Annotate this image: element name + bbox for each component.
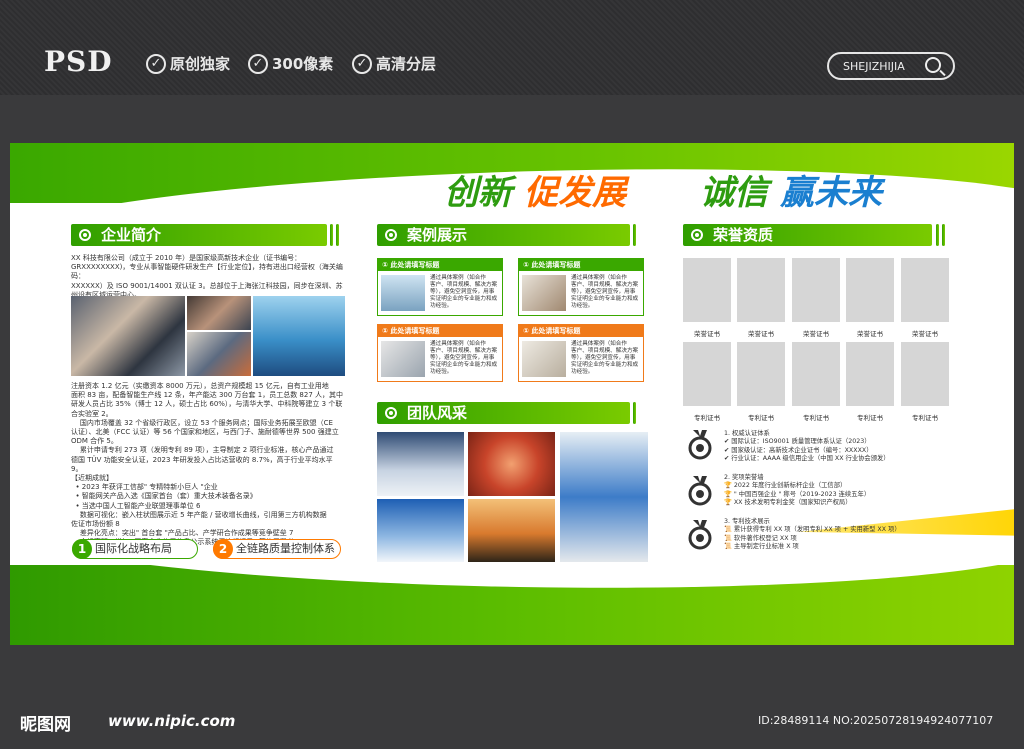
medal-icon: [688, 430, 712, 460]
case-text: 通过具体案例（如合作 客户、项目规模、解决方案 等），避免空洞宣传，用事 实证明…: [571, 275, 639, 309]
pill-number: 2: [213, 539, 233, 559]
image-id: ID:28489114 NO:20250728194924077107: [758, 714, 994, 727]
patent-cert: [683, 342, 731, 406]
section-tick: [330, 224, 333, 246]
section-tick: [633, 224, 636, 246]
cert-label: 荣誉证书: [912, 330, 938, 338]
case-card: ① 此处请填写标题通过具体案例（如合作 客户、项目规模、解决方案 等），避免空洞…: [377, 324, 503, 382]
honor-cert: [846, 258, 894, 322]
section-title: 企业简介: [101, 226, 162, 244]
check-icon: ✓: [248, 53, 268, 74]
medal-icon: [688, 520, 712, 550]
target-icon: [385, 407, 397, 419]
slogan-part4: 赢未来: [780, 173, 882, 213]
cert-label: 专利证书: [748, 414, 774, 422]
case-text: 通过具体案例（如合作 客户、项目规模、解决方案 等），避免空洞宣传，用事 实证明…: [571, 341, 639, 375]
photo-climb: [377, 499, 464, 562]
pill-quality: 2 全链路质量控制体系: [213, 539, 341, 559]
search-button[interactable]: SHEJIZHIJIA: [827, 52, 955, 80]
section-tick: [336, 224, 339, 246]
case-title: ① 此处请填写标题: [519, 259, 643, 271]
photo-summit: [468, 499, 555, 562]
photo-puzzle: [468, 432, 555, 496]
section-title: 荣誉资质: [713, 226, 774, 244]
case-title: ① 此处请填写标题: [378, 325, 502, 337]
company-intro: XX 科技有限公司（成立于 2010 年）是国家级高新技术企业（证书编号： GR…: [71, 254, 343, 299]
cert-label: 专利证书: [912, 414, 938, 422]
photo-meeting: [71, 296, 185, 376]
slogan-part3: 诚信: [700, 173, 768, 213]
section-company-header: 企业简介: [71, 224, 327, 246]
feature-original: ✓ 原创独家: [146, 53, 230, 74]
photo-team: [187, 296, 251, 330]
section-team-header: 团队风采: [377, 402, 630, 424]
section-title: 案例展示: [407, 226, 468, 244]
photo-city: [253, 296, 345, 376]
feature-label: 高清分层: [376, 55, 437, 73]
target-icon: [691, 229, 703, 241]
feature-resolution: ✓ 300像素: [248, 53, 333, 74]
check-icon: ✓: [146, 53, 166, 74]
honor-cert: [737, 258, 785, 322]
search-icon: [925, 57, 941, 73]
medal-icon: [688, 476, 712, 506]
bottom-wave: [10, 565, 1014, 645]
pill-label: 全链路质量控制体系: [236, 542, 335, 555]
honor-cert: [792, 258, 840, 322]
photo-snow: [377, 432, 464, 496]
cert-label: 专利证书: [803, 414, 829, 422]
honor-list-patents: 3. 专利技术展示 📜 累计获得专利 XX 项（发明专利 XX 项 + 实用新型…: [724, 518, 901, 550]
patent-cert: [901, 342, 949, 406]
honor-cert: [901, 258, 949, 322]
honor-list-awards: 2. 奖项荣誉墙 🏆 2022 年度行业创新标杆企业（工信部） 🏆 " 中国百强…: [724, 474, 871, 506]
feature-layers: ✓ 高清分层: [352, 53, 436, 74]
target-icon: [385, 229, 397, 241]
patent-cert: [737, 342, 785, 406]
case-title: ① 此处请填写标题: [519, 325, 643, 337]
case-card: ① 此处请填写标题通过具体案例（如合作 客户、项目规模、解决方案 等），避免空洞…: [377, 258, 503, 316]
case-card: ① 此处请填写标题通过具体案例（如合作 客户、项目规模、解决方案 等），避免空洞…: [518, 258, 644, 316]
patent-cert: [792, 342, 840, 406]
feature-label: 300像素: [272, 55, 334, 73]
cert-label: 专利证书: [857, 414, 883, 422]
honor-cert: [683, 258, 731, 322]
feature-label: 原创独家: [170, 55, 231, 73]
photo-office: [187, 332, 251, 376]
section-tick: [936, 224, 939, 246]
pill-international: 1 国际化战略布局: [72, 539, 198, 559]
pill-label: 国际化战略布局: [95, 542, 172, 555]
pill-number: 1: [72, 539, 92, 559]
cert-label: 荣誉证书: [694, 330, 720, 338]
case-image: [381, 341, 425, 377]
patent-cert: [846, 342, 894, 406]
honor-list-certs: 1. 权威认证体系 ✔ 国际认证：ISO9001 质量管理体系认证（2023） …: [724, 430, 890, 462]
slogan-part1: 创新: [444, 173, 512, 213]
case-text: 通过具体案例（如合作 客户、项目规模、解决方案 等），避免空洞宣传，用事 实证明…: [430, 341, 498, 375]
top-banner: [0, 0, 1024, 95]
slogan-part2: 促发展: [524, 173, 626, 213]
check-icon: ✓: [352, 53, 372, 74]
case-text: 通过具体案例（如合作 客户、项目规模、解决方案 等），避免空洞宣传，用事 实证明…: [430, 275, 498, 309]
psd-label: PSD: [44, 45, 113, 78]
case-image: [522, 341, 566, 377]
section-tick: [942, 224, 945, 246]
cert-label: 荣誉证书: [803, 330, 829, 338]
case-title: ① 此处请填写标题: [378, 259, 502, 271]
target-icon: [79, 229, 91, 241]
case-card: ① 此处请填写标题通过具体案例（如合作 客户、项目规模、解决方案 等），避免空洞…: [518, 324, 644, 382]
photo-hands: [560, 432, 648, 562]
site-url: www.nipic.com: [108, 712, 236, 730]
site-logo: 昵图网: [20, 715, 71, 735]
section-cases-header: 案例展示: [377, 224, 630, 246]
section-honors-header: 荣誉资质: [683, 224, 932, 246]
case-image: [522, 275, 566, 311]
section-title: 团队风采: [407, 404, 468, 422]
company-body: 注册资本 1.2 亿元（实缴资本 8000 万元），总资产规模超 15 亿元，自…: [71, 382, 344, 546]
cert-label: 专利证书: [694, 414, 720, 422]
cert-label: 荣誉证书: [857, 330, 883, 338]
cert-label: 荣誉证书: [748, 330, 774, 338]
case-image: [381, 275, 425, 311]
section-tick: [633, 402, 636, 424]
search-label: SHEJIZHIJIA: [843, 60, 905, 73]
